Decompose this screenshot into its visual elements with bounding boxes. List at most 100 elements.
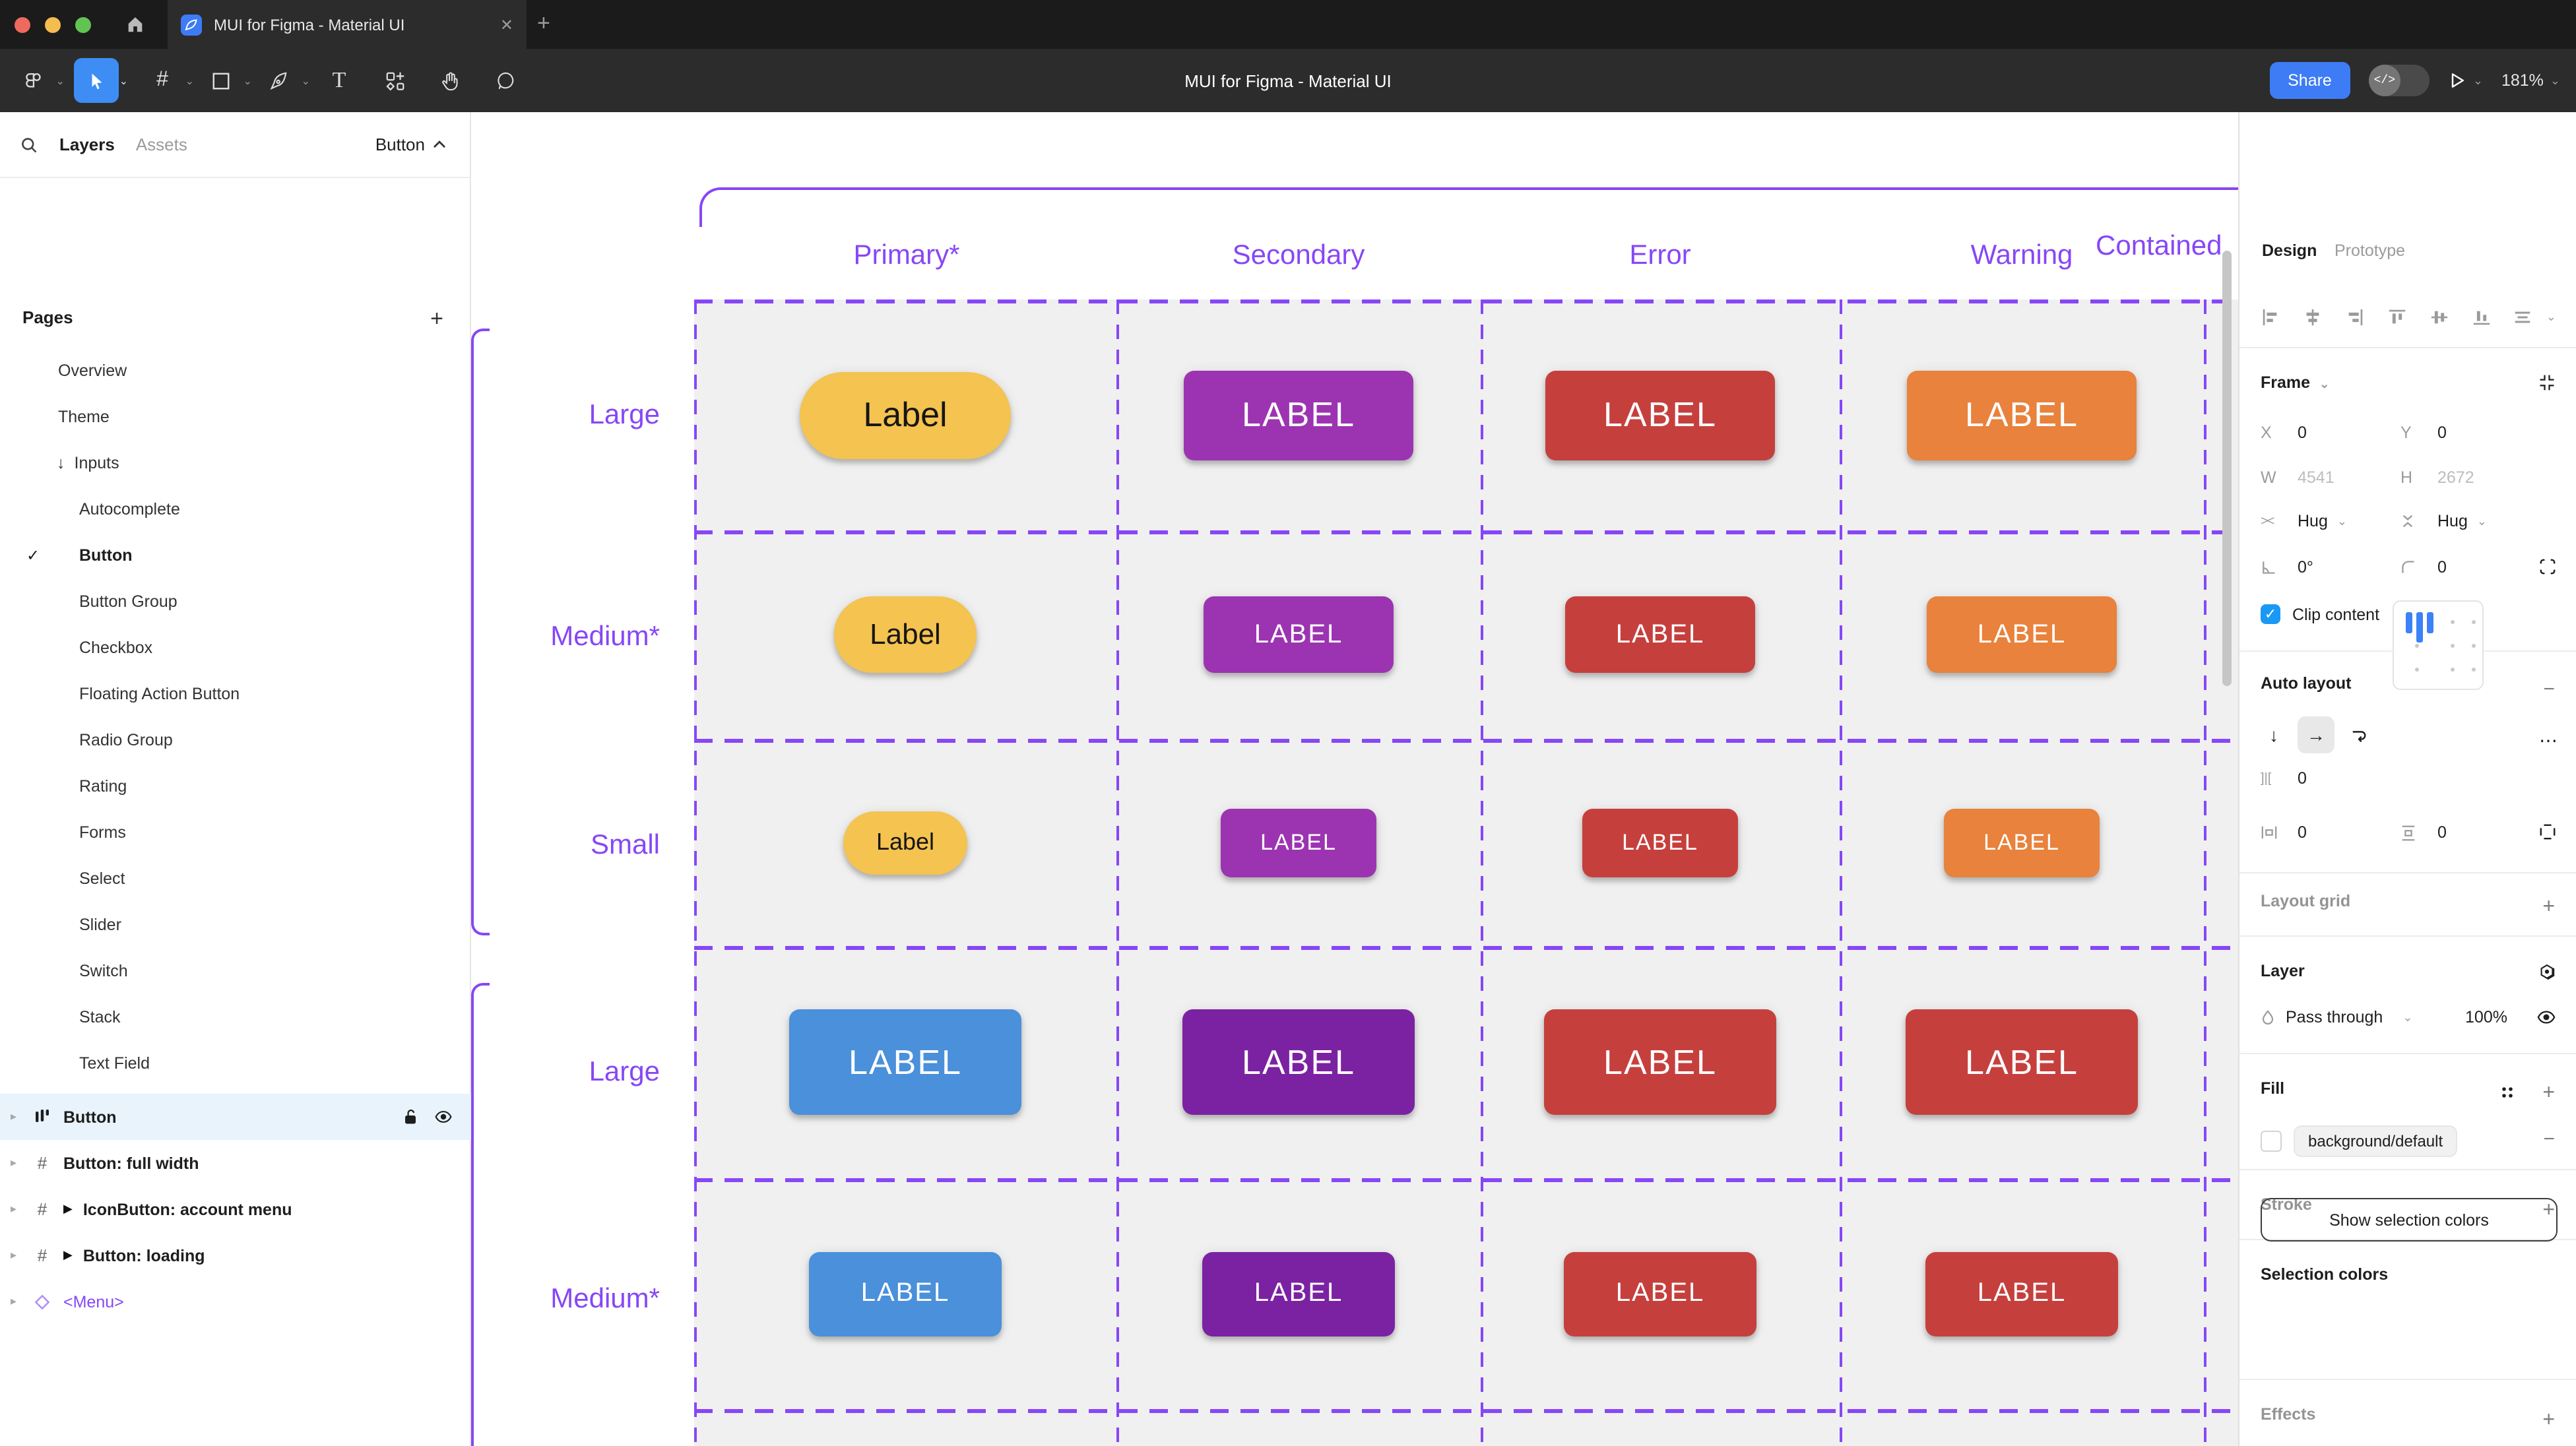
chevron-right-icon[interactable]: ▸ [11,1248,24,1263]
chevron-down-icon[interactable]: ⌄ [185,75,194,87]
button-large2-secondary[interactable]: LABEL [1182,1009,1415,1115]
chevron-down-icon[interactable]: ⌄ [119,75,128,87]
button-small-warning[interactable]: LABEL [1944,808,2100,877]
remove-fill-button[interactable]: − [2543,1128,2555,1150]
chevron-down-icon[interactable]: ⌄ [302,75,310,87]
chevron-down-icon[interactable]: ⌄ [243,75,252,87]
sidebar-page-theme[interactable]: Theme [58,408,110,426]
sidebar-page-switch[interactable]: Switch [79,962,128,980]
button-medium2-warning[interactable]: LABEL [1925,1251,2118,1336]
chevron-right-icon[interactable]: ▸ [11,1110,24,1124]
add-fill-button[interactable]: + [2542,1082,2555,1106]
align-top-icon[interactable] [2387,307,2406,327]
chevron-down-icon[interactable]: ⌄ [2473,73,2483,88]
collapse-frame-icon[interactable] [2538,373,2556,392]
layout-wrap-button[interactable] [2340,716,2377,753]
horizontal-resizing-field[interactable]: >< Hug⌄ [2261,512,2347,530]
button-medium-secondary[interactable]: LABEL [1204,596,1394,673]
sidebar-page-checkbox[interactable]: Checkbox [79,639,152,657]
share-button[interactable]: Share [2269,62,2350,99]
blend-mode-icon[interactable] [2538,963,2556,982]
vertical-padding-field[interactable]: 0 [2400,823,2447,842]
resources-tool-button[interactable] [372,58,417,103]
sidebar-page-radio-group[interactable]: Radio Group [79,731,173,749]
auto-layout-alignment-grid[interactable] [2393,600,2484,690]
selection-jump-control[interactable]: Button [375,135,446,154]
column-header-secondary[interactable]: Secondary [1233,240,1365,272]
align-right-icon[interactable] [2345,307,2365,327]
button-large-warning[interactable]: LABEL [1907,370,2137,460]
styles-icon[interactable] [2499,1084,2515,1100]
blend-mode-control[interactable]: Pass through ⌄ [2261,1008,2412,1026]
button-large-primary[interactable]: Label [800,371,1011,458]
frame-tool-button[interactable]: # ⌄ [140,58,185,103]
horizontal-padding-field[interactable]: 0 [2261,823,2307,842]
sidebar-page-button[interactable]: Button [79,546,133,565]
canvas-vertical-scrollbar[interactable] [2222,251,2232,686]
window-close-button[interactable] [15,16,30,32]
tab-prototype[interactable]: Prototype [2334,241,2405,260]
frame-title-contained[interactable]: Contained [2096,231,2222,263]
button-small-error[interactable]: LABEL [1582,808,1738,877]
sidebar-page-rating[interactable]: Rating [79,777,127,796]
layer-row-menu-component[interactable]: ▸ <Menu> [0,1278,471,1325]
height-field[interactable]: H2672 [2400,468,2474,487]
main-menu-button[interactable]: ⌄ [11,58,55,103]
auto-layout-more-options[interactable]: ⋯ [2539,730,2558,752]
shape-tool-button[interactable]: ⌄ [198,58,243,103]
x-position-field[interactable]: X0 [2261,424,2307,442]
y-position-field[interactable]: Y0 [2400,424,2447,442]
sidebar-page-forms[interactable]: Forms [79,823,126,842]
align-vertical-center-icon[interactable] [2429,307,2449,327]
search-icon[interactable] [20,135,38,154]
sidebar-page-text-field[interactable]: Text Field [79,1054,150,1073]
pen-tool-button[interactable]: ⌄ [256,58,301,103]
window-zoom-button[interactable] [75,16,91,32]
layer-row-button-loading[interactable]: ▸ # ▶ Button: loading [0,1232,471,1278]
window-minimize-button[interactable] [45,16,61,32]
home-icon[interactable] [125,15,145,34]
zoom-level-control[interactable]: 181% ⌄ [2501,71,2560,90]
move-tool-button[interactable]: ⌄ [74,58,119,103]
tab-design[interactable]: Design [2262,241,2317,260]
distribute-menu-icon[interactable]: ⌄ [2513,307,2556,327]
independent-padding-icon[interactable] [2539,823,2556,840]
align-bottom-icon[interactable] [2471,307,2491,327]
button-small-secondary[interactable]: LABEL [1221,808,1376,877]
button-medium2-secondary[interactable]: LABEL [1202,1251,1395,1336]
layer-opacity-value[interactable]: 100% [2465,1008,2507,1026]
chevron-right-icon[interactable]: ▸ [11,1202,24,1216]
align-horizontal-center-icon[interactable] [2303,307,2323,327]
align-left-icon[interactable] [2261,307,2280,327]
add-page-button[interactable]: + [430,306,443,332]
button-medium-primary[interactable]: Label [834,596,977,673]
comment-tool-button[interactable] [483,58,528,103]
show-selection-colors-button[interactable]: Show selection colors [2261,1198,2558,1242]
dev-mode-toggle[interactable]: </> [2369,65,2430,96]
button-medium2-error[interactable]: LABEL [1564,1251,1756,1336]
layout-direction-right-button[interactable]: → [2298,716,2334,753]
frame-section-header[interactable]: Frame⌄ [2261,373,2329,392]
clip-content-control[interactable]: ✓ Clip content [2261,604,2379,624]
chevron-right-icon[interactable]: ▸ [11,1294,24,1309]
add-effect-button[interactable]: + [2542,1409,2555,1433]
button-large2-primary[interactable]: LABEL [789,1009,1021,1115]
button-medium-error[interactable]: LABEL [1565,596,1755,673]
layout-direction-down-button[interactable]: ↓ [2255,716,2292,753]
fill-color-swatch[interactable] [2261,1131,2282,1152]
sidebar-page-overview[interactable]: Overview [58,362,127,380]
sidebar-page-inputs[interactable]: ↓Inputs [57,454,119,472]
visibility-eye-icon[interactable] [2536,1008,2556,1026]
width-field[interactable]: W4541 [2261,468,2334,487]
button-large-error[interactable]: LABEL [1545,370,1775,460]
hand-tool-button[interactable] [428,58,472,103]
sidebar-page-fab[interactable]: Floating Action Button [79,685,240,703]
column-header-primary[interactable]: Primary* [853,240,959,272]
checkbox-checked-icon[interactable]: ✓ [2261,604,2280,624]
layer-row-button-full-width[interactable]: ▸ # Button: full width [0,1140,471,1186]
file-tab[interactable]: MUI for Figma - Material UI ✕ [168,0,527,49]
column-header-warning[interactable]: Warning [1971,240,2073,272]
fill-row[interactable]: background/default [2261,1125,2457,1157]
layer-row-button[interactable]: ▸ Button [0,1094,471,1140]
visibility-eye-icon[interactable] [434,1108,453,1125]
